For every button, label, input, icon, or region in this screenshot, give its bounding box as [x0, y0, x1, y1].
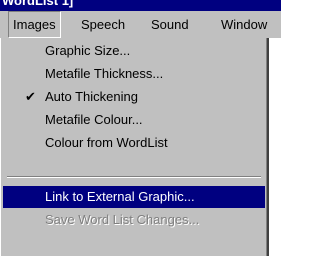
menu-item-link-external-graphic[interactable]: Link to External Graphic... — [3, 186, 265, 208]
menu-edge — [269, 38, 281, 256]
menu-window[interactable]: Window — [221, 11, 267, 38]
window-title: WordList 1] — [2, 0, 74, 8]
menu-speech-label: Speech — [81, 17, 126, 32]
menu-bar: Images Speech Sound Window — [0, 11, 281, 38]
menu-item-label: Link to External Graphic... — [45, 189, 195, 204]
menu-item-metafile-thickness[interactable]: Metafile Thickness... — [3, 63, 265, 85]
menu-item-metafile-colour[interactable]: Metafile Colour... — [3, 109, 265, 131]
menu-item-graphic-size[interactable]: Graphic Size... — [3, 40, 265, 62]
menu-images-label: Images — [13, 17, 56, 32]
images-dropdown: Graphic Size... Metafile Thickness... ✔ … — [0, 38, 281, 256]
menu-item-auto-thickening[interactable]: ✔ Auto Thickening — [3, 86, 265, 108]
menu-item-save-word-list-changes: Save Word List Changes... — [3, 209, 265, 231]
menu-item-colour-from-wordlist[interactable]: Colour from WordList — [3, 132, 265, 154]
menu-item-label: Colour from WordList — [45, 135, 168, 150]
menu-item-label: Graphic Size... — [45, 43, 131, 58]
window-title-bar: WordList 1] — [0, 0, 281, 11]
menu-item-label: Auto Thickening — [45, 89, 138, 104]
checkmark-icon: ✔ — [25, 89, 36, 104]
menu-sound-label: Sound — [151, 17, 189, 32]
menu-sound[interactable]: Sound — [151, 11, 189, 38]
menu-window-label: Window — [221, 17, 268, 32]
menu-speech[interactable]: Speech — [81, 11, 125, 38]
images-menu: Graphic Size... Metafile Thickness... ✔ … — [0, 38, 269, 256]
menu-separator — [7, 176, 261, 178]
menu-item-label: Metafile Colour... — [45, 112, 143, 127]
menu-images[interactable]: Images — [8, 11, 61, 38]
menu-item-label: Metafile Thickness... — [45, 66, 164, 81]
menu-item-label: Save Word List Changes... — [45, 212, 200, 227]
